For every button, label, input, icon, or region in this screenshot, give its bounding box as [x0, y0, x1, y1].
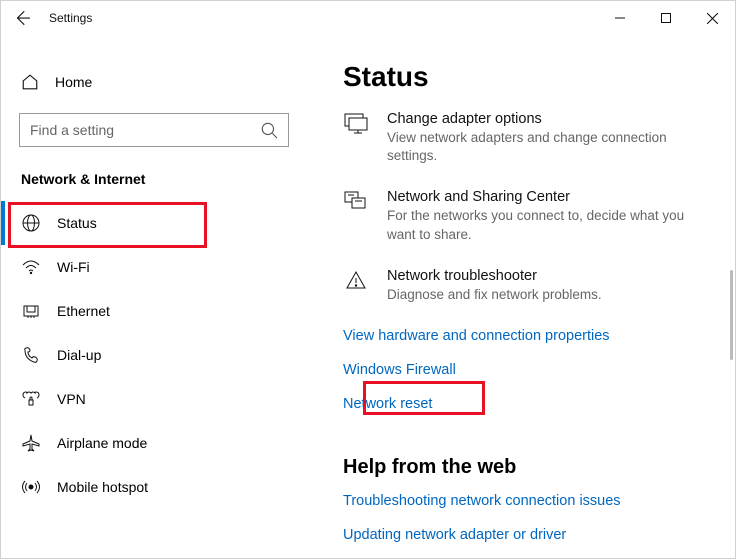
minimize-button[interactable] — [597, 2, 643, 34]
page-title: Status — [343, 61, 711, 93]
option-title: Network troubleshooter — [387, 268, 711, 284]
link-hardware[interactable]: View hardware and connection properties — [343, 328, 711, 344]
wifi-icon — [21, 257, 41, 277]
status-icon — [21, 213, 41, 233]
home-label: Home — [55, 74, 92, 90]
sidebar-item-hotspot[interactable]: Mobile hotspot — [1, 465, 311, 509]
option-title: Change adapter options — [387, 111, 711, 127]
dialup-icon — [21, 345, 41, 365]
sidebar-item-vpn[interactable]: VPN — [1, 377, 311, 421]
search-placeholder: Find a setting — [30, 122, 114, 138]
sharing-icon — [343, 189, 369, 243]
option-adapter[interactable]: Change adapter options View network adap… — [343, 111, 711, 165]
sidebar-item-label: Mobile hotspot — [57, 479, 148, 495]
sidebar-item-label: Wi-Fi — [57, 259, 90, 275]
vpn-icon — [21, 389, 41, 409]
search-icon — [260, 121, 278, 139]
close-button[interactable] — [689, 2, 735, 34]
link-network-reset[interactable]: Network reset — [343, 396, 711, 412]
home-nav[interactable]: Home — [1, 65, 311, 99]
sidebar-item-label: VPN — [57, 391, 86, 407]
search-input[interactable]: Find a setting — [19, 113, 289, 147]
link-firewall[interactable]: Windows Firewall — [343, 362, 711, 378]
sidebar-item-label: Airplane mode — [57, 435, 147, 451]
hotspot-icon — [21, 477, 41, 497]
sidebar-item-status[interactable]: Status — [1, 201, 311, 245]
sidebar-item-label: Dial-up — [57, 347, 101, 363]
warning-icon — [343, 268, 369, 304]
sidebar-item-airplane[interactable]: Airplane mode — [1, 421, 311, 465]
sidebar: Home Find a setting Network & Internet S… — [1, 35, 311, 558]
option-desc: For the networks you connect to, decide … — [387, 207, 711, 243]
sidebar-item-dialup[interactable]: Dial-up — [1, 333, 311, 377]
option-title: Network and Sharing Center — [387, 189, 711, 205]
back-button[interactable] — [13, 9, 31, 27]
link-help-troubleshoot[interactable]: Troubleshooting network connection issue… — [343, 493, 711, 509]
option-desc: Diagnose and fix network problems. — [387, 286, 711, 304]
sidebar-item-ethernet[interactable]: Ethernet — [1, 289, 311, 333]
ethernet-icon — [21, 301, 41, 321]
window-title: Settings — [49, 11, 92, 25]
section-header: Network & Internet — [1, 165, 311, 201]
option-desc: View network adapters and change connect… — [387, 129, 711, 165]
sidebar-item-label: Status — [57, 215, 97, 231]
option-troubleshoot[interactable]: Network troubleshooter Diagnose and fix … — [343, 268, 711, 304]
maximize-button[interactable] — [643, 2, 689, 34]
sidebar-item-wifi[interactable]: Wi-Fi — [1, 245, 311, 289]
airplane-icon — [21, 433, 41, 453]
main-pane: Status Change adapter options View netwo… — [311, 35, 735, 558]
sidebar-item-label: Ethernet — [57, 303, 110, 319]
monitor-icon — [343, 111, 369, 165]
home-icon — [21, 73, 39, 91]
help-header: Help from the web — [343, 456, 711, 479]
link-help-update[interactable]: Updating network adapter or driver — [343, 527, 711, 543]
scrollbar[interactable] — [730, 270, 733, 360]
titlebar: Settings — [1, 1, 735, 35]
option-sharing[interactable]: Network and Sharing Center For the netwo… — [343, 189, 711, 243]
